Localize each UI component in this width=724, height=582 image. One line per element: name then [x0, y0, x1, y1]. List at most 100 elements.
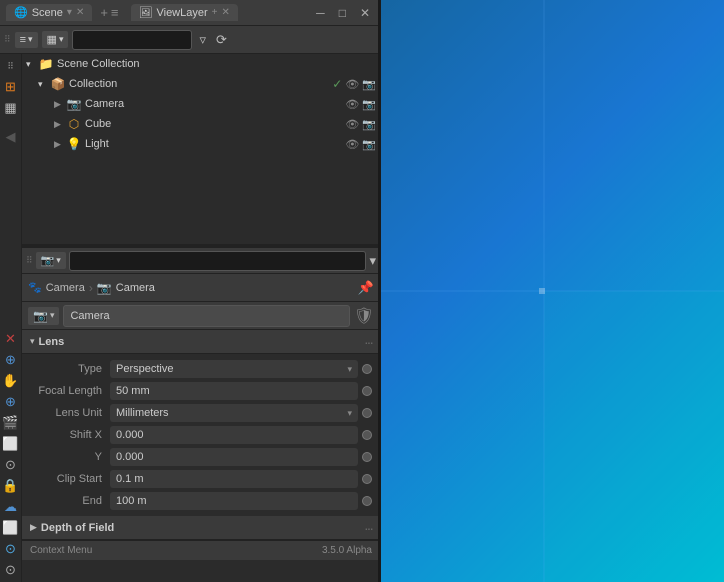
outliner-search-input[interactable]: [72, 30, 192, 50]
shift-x-input[interactable]: 0.000: [110, 426, 358, 444]
left-icon-collapse[interactable]: ◀: [1, 127, 21, 147]
lens-unit-dropdown[interactable]: Millimeters ▾: [110, 404, 358, 422]
props-view-dropdown[interactable]: 📷 ▾: [36, 252, 66, 269]
lens-unit-field-row: Lens Unit Millimeters ▾: [22, 402, 380, 424]
clip-end-keyframe-dot[interactable]: [362, 496, 372, 506]
left-icon-compositor[interactable]: 🔒: [1, 476, 21, 496]
obj-type-dropdown[interactable]: 📷 ▾: [28, 307, 59, 325]
light-render-icon[interactable]: 📷: [362, 138, 376, 151]
left-icon-render[interactable]: ⬜: [1, 434, 21, 454]
type-keyframe-dot[interactable]: [362, 364, 372, 374]
collection-camera-icon[interactable]: 📷: [362, 78, 376, 91]
left-icon-camera[interactable]: 🎬: [1, 413, 21, 433]
viewlayer-label: ViewLayer: [156, 7, 207, 19]
focal-length-input[interactable]: 50 mm: [110, 382, 358, 400]
scene-collection-arrow[interactable]: ▾: [26, 59, 38, 70]
camera-render-icon[interactable]: 📷: [362, 98, 376, 111]
obj-name-input[interactable]: [63, 305, 349, 327]
cube-eye-icon[interactable]: 👁: [345, 118, 359, 131]
outliner-filter-icon[interactable]: ▿: [196, 30, 209, 50]
scene-tab[interactable]: 🌐 Scene ▾ ✕: [6, 4, 92, 21]
focal-length-keyframe-dot[interactable]: [362, 386, 372, 396]
left-icon-world[interactable]: ☁: [1, 497, 21, 517]
breadcrumb-camera-link[interactable]: Camera: [46, 282, 85, 294]
camera-eye-icon[interactable]: 👁: [345, 98, 359, 111]
title-bar-controls: ─ □ ✕: [312, 6, 374, 20]
outliner-sync-icon[interactable]: ⟳: [213, 30, 230, 50]
focal-length-field-row: Focal Length 50 mm: [22, 380, 380, 402]
left-icon-view[interactable]: ▦: [1, 98, 21, 118]
cube-item[interactable]: ▶ ⬡ Cube 👁 📷: [22, 114, 380, 134]
dof-arrow: ▶: [30, 522, 37, 533]
light-item[interactable]: ▶ 💡 Light 👁 📷: [22, 134, 380, 154]
collection-label: Collection: [69, 78, 332, 90]
lens-options-icon[interactable]: ···: [364, 334, 372, 350]
light-eye-icon[interactable]: 👁: [345, 138, 359, 151]
shift-y-keyframe-dot[interactable]: [362, 452, 372, 462]
properties-panel: ⠿ 📷 ▾ ▾ 🐾 Camera › 📷 Camera 📌: [22, 248, 380, 540]
close-button[interactable]: ✕: [356, 6, 374, 20]
left-icon-particles[interactable]: ⊙: [1, 560, 21, 580]
left-icon-tools[interactable]: ⠿: [1, 56, 21, 76]
props-search-input[interactable]: [69, 251, 367, 271]
type-dropdown[interactable]: Perspective ▾: [110, 360, 358, 378]
viewlayer-close-icon[interactable]: ✕: [222, 7, 230, 18]
props-expand-icon[interactable]: ▾: [369, 253, 376, 269]
type-field-row: Type Perspective ▾: [22, 358, 380, 380]
obj-type-cam-icon: 📷: [33, 309, 48, 323]
shift-x-value: 0.000: [116, 429, 144, 441]
blender-window: 🌐 Scene ▾ ✕ + ≡ 🖼 ViewLayer + ✕ ─ □ ✕: [0, 0, 380, 582]
cube-arrow[interactable]: ▶: [54, 119, 66, 130]
scene-tab-close[interactable]: ✕: [76, 7, 84, 18]
left-icon-output[interactable]: ⊙: [1, 455, 21, 475]
light-arrow[interactable]: ▶: [54, 139, 66, 150]
lens-unit-keyframe-dot[interactable]: [362, 408, 372, 418]
collection-visible-check[interactable]: ✓: [332, 77, 342, 91]
scene-tab-icon: 🌐: [14, 6, 28, 19]
clip-end-input[interactable]: 100 m: [110, 492, 358, 510]
collection-item[interactable]: ▾ 📦 Collection ✓ 👁 📷: [22, 74, 380, 94]
scene-tab-menu-icon[interactable]: ▾: [67, 7, 72, 18]
cube-actions: 👁 📷: [345, 118, 376, 131]
scene-collection-item[interactable]: ▾ 📁 Scene Collection: [22, 54, 380, 74]
filter-caret: ▾: [59, 34, 64, 45]
menu-icon[interactable]: ≡: [111, 5, 119, 20]
camera-actions: 👁 📷: [345, 98, 376, 111]
collection-arrow[interactable]: ▾: [38, 79, 50, 90]
dof-section-header[interactable]: ▶ Depth of Field ···: [22, 516, 380, 540]
lens-section-header[interactable]: ▾ Lens ···: [22, 330, 380, 354]
dof-options-icon[interactable]: ···: [364, 520, 372, 536]
type-label: Type: [30, 363, 110, 375]
viewlayer-add-icon[interactable]: +: [212, 7, 218, 18]
left-icon-object[interactable]: ⊞: [1, 77, 21, 97]
left-icon-rotate[interactable]: ⊕: [1, 392, 21, 412]
pin-icon[interactable]: 📌: [358, 280, 374, 296]
clip-end-value: 100 m: [116, 495, 147, 507]
camera-arrow[interactable]: ▶: [54, 99, 66, 110]
props-view-caret: ▾: [56, 255, 61, 266]
shift-y-input[interactable]: 0.000: [110, 448, 358, 466]
clip-start-input[interactable]: 0.1 m: [110, 470, 358, 488]
minimize-button[interactable]: ─: [312, 6, 329, 20]
camera-item[interactable]: ▶ 📷 Camera 👁 📷: [22, 94, 380, 114]
clip-start-keyframe-dot[interactable]: [362, 474, 372, 484]
left-icon-grab[interactable]: ✋: [1, 371, 21, 391]
breadcrumb-icon: 🐾: [28, 281, 42, 294]
collection-actions: ✓ 👁 📷: [332, 77, 376, 91]
add-tab-icon[interactable]: +: [100, 5, 108, 20]
viewlayer-tab[interactable]: 🖼 ViewLayer + ✕: [131, 4, 238, 21]
clip-start-label: Clip Start: [30, 473, 110, 485]
left-icon-object-data[interactable]: ⬜: [1, 518, 21, 538]
cube-render-icon[interactable]: 📷: [362, 118, 376, 131]
left-icon-add[interactable]: ⊕: [1, 350, 21, 370]
maximize-button[interactable]: □: [335, 6, 350, 20]
left-icon-red[interactable]: ✕: [1, 329, 21, 349]
collection-eye-icon[interactable]: 👁: [345, 78, 359, 91]
view-type-dropdown[interactable]: ≡ ▾: [15, 32, 38, 48]
filter-dropdown[interactable]: ▦ ▾: [42, 31, 69, 48]
shift-x-keyframe-dot[interactable]: [362, 430, 372, 440]
title-bar-left: 🌐 Scene ▾ ✕ + ≡ 🖼 ViewLayer + ✕: [6, 4, 312, 21]
shield-icon[interactable]: 🛡: [354, 306, 374, 326]
left-icon-material[interactable]: ⊙: [1, 539, 21, 559]
light-actions: 👁 📷: [345, 138, 376, 151]
